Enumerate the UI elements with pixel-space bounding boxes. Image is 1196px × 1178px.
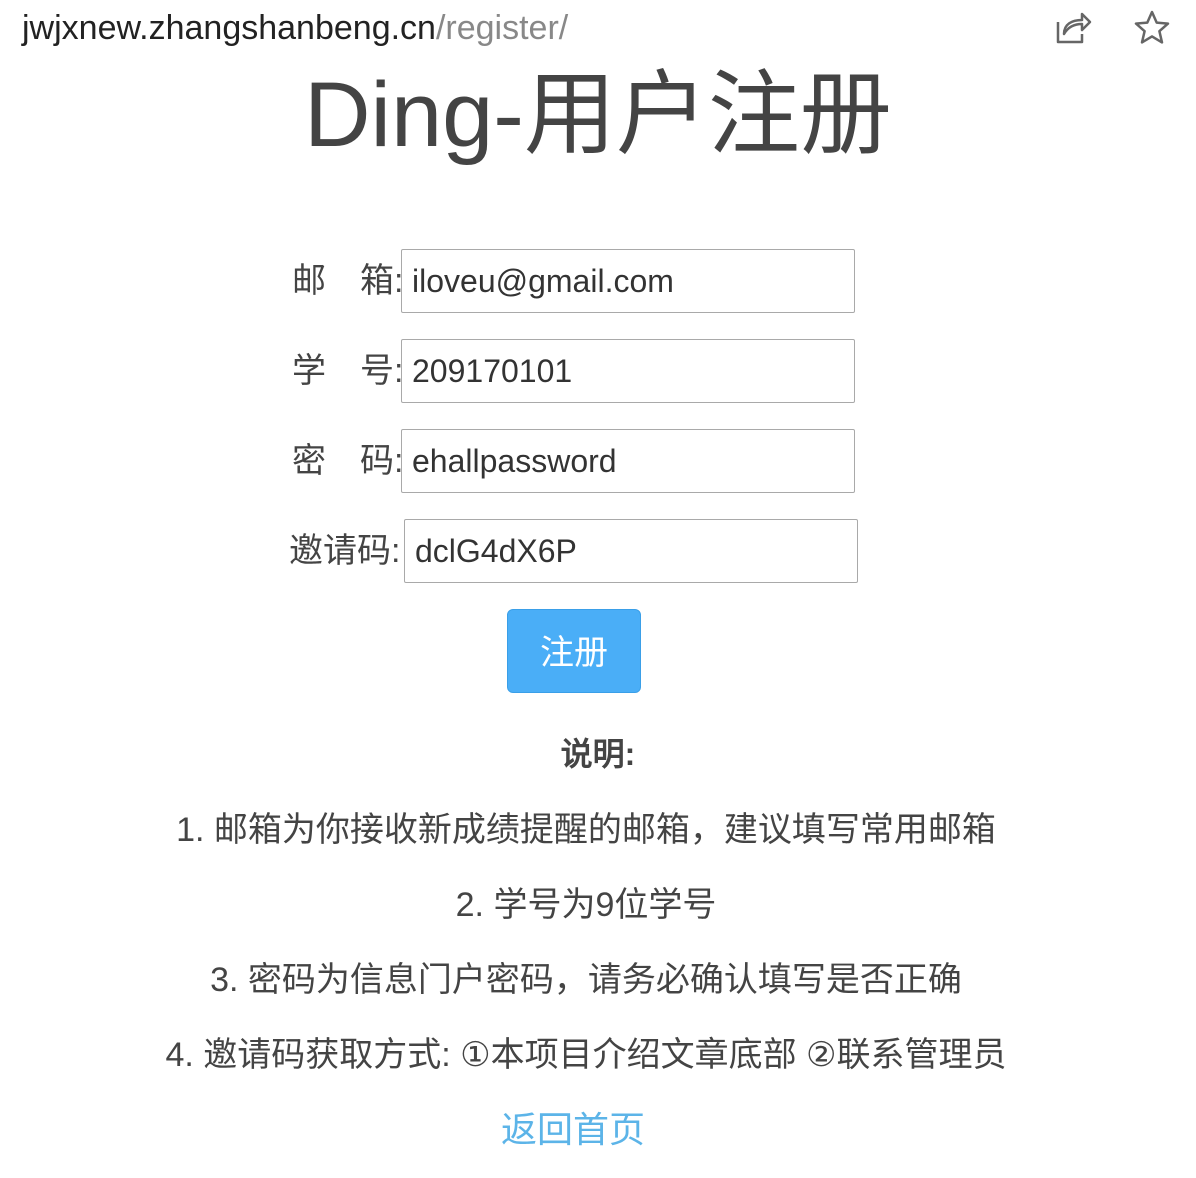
student-id-row: 学 号: bbox=[292, 339, 858, 403]
instruction-item: 4. 邀请码获取方式: ①本项目介绍文章底部 ②联系管理员 bbox=[165, 1036, 1007, 1074]
email-row: 邮 箱: bbox=[292, 249, 858, 313]
share-icon[interactable] bbox=[1052, 8, 1092, 48]
back-home-link[interactable]: 返回首页 bbox=[0, 1108, 1146, 1152]
password-field[interactable] bbox=[401, 429, 855, 493]
instructions-title: 说明: bbox=[560, 736, 636, 772]
instruction-item: 1. 邮箱为你接收新成绩提醒的邮箱，建议填写常用邮箱 bbox=[176, 811, 996, 849]
invite-code-label: 邀请码: bbox=[289, 532, 401, 570]
url-field[interactable]: jwjxnew.zhangshanbeng.cn/register/ bbox=[22, 8, 568, 48]
email-field[interactable] bbox=[401, 249, 855, 313]
invite-code-row: 邀请码: bbox=[289, 519, 859, 583]
register-button[interactable]: 注册 bbox=[507, 609, 641, 693]
page-title: Ding-用户注册 bbox=[304, 64, 892, 166]
invite-code-field[interactable] bbox=[404, 519, 858, 583]
email-label: 邮 箱: bbox=[292, 262, 404, 300]
password-label: 密 码: bbox=[292, 442, 404, 480]
password-row: 密 码: bbox=[292, 429, 858, 493]
url-host: jwjxnew.zhangshanbeng.cn bbox=[22, 9, 436, 47]
student-id-label: 学 号: bbox=[292, 352, 404, 390]
instruction-item: 2. 学号为9位学号 bbox=[455, 886, 717, 924]
student-id-field[interactable] bbox=[401, 339, 855, 403]
instruction-item: 3. 密码为信息门户密码，请务必确认填写是否正确 bbox=[210, 961, 962, 999]
star-icon[interactable] bbox=[1132, 8, 1172, 48]
address-bar: jwjxnew.zhangshanbeng.cn/register/ bbox=[0, 0, 1196, 60]
url-path: /register/ bbox=[435, 9, 569, 47]
